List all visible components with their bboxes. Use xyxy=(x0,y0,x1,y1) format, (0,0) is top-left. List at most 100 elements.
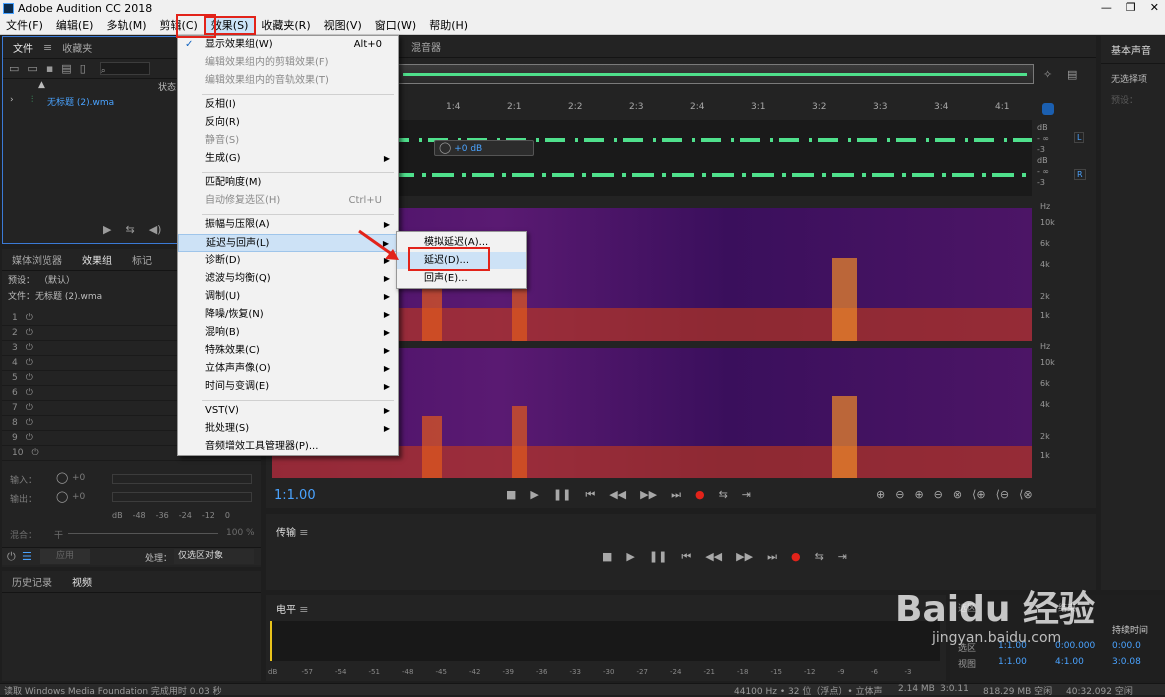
panel-menu-icon[interactable]: ≡ xyxy=(43,41,52,54)
power-icon[interactable]: ⏻ xyxy=(7,550,16,564)
overview-bar[interactable] xyxy=(396,64,1034,84)
skip-end-icon[interactable]: ⏭ xyxy=(671,488,681,502)
match-loudness-item[interactable]: 匹配响度(M) xyxy=(178,174,398,192)
power-icon[interactable]: ⏻ xyxy=(26,313,33,323)
menu-view[interactable]: 视图(V) xyxy=(318,17,369,34)
power-icon[interactable]: ⏻ xyxy=(26,433,33,443)
reverse-item[interactable]: 反向(R) xyxy=(178,114,398,132)
zoom-out-amp-icon[interactable]: ⊖ xyxy=(895,488,904,501)
zoom-sel-icon[interactable]: ⟨⊗ xyxy=(1019,488,1033,501)
panel-menu-icon[interactable]: ≡ xyxy=(299,526,308,539)
pause-icon[interactable]: ❚❚ xyxy=(649,550,667,564)
open-folder-icon[interactable]: ▭ xyxy=(9,62,19,75)
menu-edit[interactable]: 编辑(E) xyxy=(50,17,101,34)
invert-item[interactable]: 反相(I) xyxy=(178,96,398,114)
play-icon[interactable]: ▶ xyxy=(530,488,538,502)
volume-icon[interactable]: ◀) xyxy=(149,223,162,236)
gain-hud[interactable]: ◯ +0 dB xyxy=(434,140,534,156)
menu-clip[interactable]: 剪辑(C) xyxy=(154,17,205,34)
zoom-in-amp-icon[interactable]: ⊕ xyxy=(876,488,885,501)
reverb-item[interactable]: 混响(B) ▶ xyxy=(178,324,398,342)
view-duration[interactable]: 3:0.08 xyxy=(1112,657,1141,667)
delete-icon[interactable]: ▯ xyxy=(80,62,86,75)
view-start[interactable]: 1:1.00 xyxy=(998,657,1027,667)
play-icon[interactable]: ▶ xyxy=(626,550,634,564)
zoom-full-icon[interactable]: ⊗ xyxy=(953,488,962,501)
channel-right[interactable]: R xyxy=(1074,169,1086,180)
zoom-in-icon[interactable]: ⊕ xyxy=(914,488,923,501)
power-icon[interactable]: ⏻ xyxy=(26,328,33,338)
loop-icon[interactable]: ⇆ xyxy=(815,550,824,564)
batch-item[interactable]: 批处理(S) ▶ xyxy=(178,420,398,438)
menu-favorites[interactable]: 收藏夹(R) xyxy=(255,17,317,34)
pause-icon[interactable]: ❚❚ xyxy=(553,488,571,502)
record-icon[interactable]: ● xyxy=(791,550,801,564)
power-icon[interactable]: ⏻ xyxy=(26,418,33,428)
tab-history[interactable]: 历史记录 xyxy=(2,574,62,589)
special-effects-item[interactable]: 特殊效果(C) ▶ xyxy=(178,342,398,360)
file-item[interactable]: 无标题 (2).wma xyxy=(47,95,114,108)
menu-icon[interactable]: ▤ xyxy=(1067,68,1077,81)
analog-delay-item[interactable]: 模拟延迟(A)... xyxy=(397,234,526,251)
skip-icon[interactable]: ⇥ xyxy=(838,550,847,564)
stereo-imagery-item[interactable]: 立体声声像(O) ▶ xyxy=(178,360,398,378)
preset-select[interactable]: （默认） xyxy=(39,273,75,286)
zoom-icon[interactable]: ✧ xyxy=(1043,68,1052,81)
apply-button[interactable]: 应用 xyxy=(40,549,90,564)
headphone-icon[interactable] xyxy=(1042,103,1054,115)
delay-item[interactable]: 延迟(D)... xyxy=(397,252,526,269)
power-icon[interactable]: ⏻ xyxy=(26,343,33,353)
generate-item[interactable]: 生成(G) ▶ xyxy=(178,150,398,168)
plugin-manager-item[interactable]: 音频增效工具管理器(P)... xyxy=(178,438,398,456)
forward-icon[interactable]: ▶▶ xyxy=(640,488,657,502)
noise-reduction-item[interactable]: 降噪/恢复(N) ▶ xyxy=(178,306,398,324)
power-icon[interactable]: ⏻ xyxy=(26,388,33,398)
vst-item[interactable]: VST(V) ▶ xyxy=(178,402,398,420)
search-input[interactable]: ⌕ xyxy=(99,62,150,76)
filter-eq-item[interactable]: 滤波与均衡(Q) ▶ xyxy=(178,270,398,288)
time-pitch-item[interactable]: 时间与变调(E) ▶ xyxy=(178,378,398,396)
minimize-button[interactable]: — xyxy=(1101,1,1112,14)
output-knob-icon[interactable]: ◯ xyxy=(56,490,68,503)
echo-item[interactable]: 回声(E)... xyxy=(397,270,526,287)
loop-icon[interactable]: ⇆ xyxy=(719,488,728,502)
tab-favorites[interactable]: 收藏夹 xyxy=(52,40,102,55)
modulation-item[interactable]: 调制(U) ▶ xyxy=(178,288,398,306)
rewind-icon[interactable]: ◀◀ xyxy=(609,488,626,502)
stop-icon[interactable]: ■ xyxy=(602,550,612,564)
show-effects-rack-item[interactable]: ✓ 显示效果组(W) Alt+0 xyxy=(178,36,398,54)
gain-knob-icon[interactable]: ◯ xyxy=(439,141,451,154)
name-column-header[interactable]: ▲ xyxy=(38,80,45,90)
play-icon[interactable]: ▶ xyxy=(103,223,111,236)
skip-end-icon[interactable]: ⏭ xyxy=(767,550,777,564)
power-icon[interactable]: ⏻ xyxy=(26,373,33,383)
input-knob-icon[interactable]: ◯ xyxy=(56,471,68,484)
zoom-in-time-icon[interactable]: ⟨⊕ xyxy=(972,488,986,501)
menu-file[interactable]: 文件(F) xyxy=(0,17,50,34)
process-select[interactable]: 仅选区对象 xyxy=(174,549,254,564)
view-end[interactable]: 4:1.00 xyxy=(1055,657,1084,667)
maximize-button[interactable]: ❐ xyxy=(1126,1,1136,14)
new-file-icon[interactable]: ▪ xyxy=(46,62,53,75)
tab-media-browser[interactable]: 媒体浏览器 xyxy=(2,252,72,267)
record-icon[interactable]: ● xyxy=(695,488,705,502)
menu-window[interactable]: 窗口(W) xyxy=(369,17,423,34)
sel-duration[interactable]: 0:00.0 xyxy=(1112,641,1141,651)
menu-help[interactable]: 帮助(H) xyxy=(423,17,475,34)
mix-slider[interactable] xyxy=(68,533,218,534)
insert-icon[interactable]: ▤ xyxy=(61,62,71,75)
status-column-header[interactable]: 状态 xyxy=(158,80,176,93)
power-icon[interactable]: ⏻ xyxy=(26,403,33,413)
rewind-icon[interactable]: ◀◀ xyxy=(705,550,722,564)
tab-files[interactable]: 文件 xyxy=(3,40,43,55)
stop-icon[interactable]: ■ xyxy=(506,488,516,502)
channel-left[interactable]: L xyxy=(1074,132,1085,143)
tab-video[interactable]: 视频 xyxy=(62,574,102,589)
skip-start-icon[interactable]: ⏮ xyxy=(585,488,595,502)
panel-menu-icon[interactable]: ≡ xyxy=(299,603,308,616)
zoom-out-time-icon[interactable]: ⟨⊖ xyxy=(996,488,1010,501)
power-icon[interactable]: ⏻ xyxy=(26,358,33,368)
expand-icon[interactable]: › xyxy=(10,95,14,105)
tab-markers[interactable]: 标记 xyxy=(122,252,162,267)
menu-multitrack[interactable]: 多轨(M) xyxy=(100,17,153,34)
